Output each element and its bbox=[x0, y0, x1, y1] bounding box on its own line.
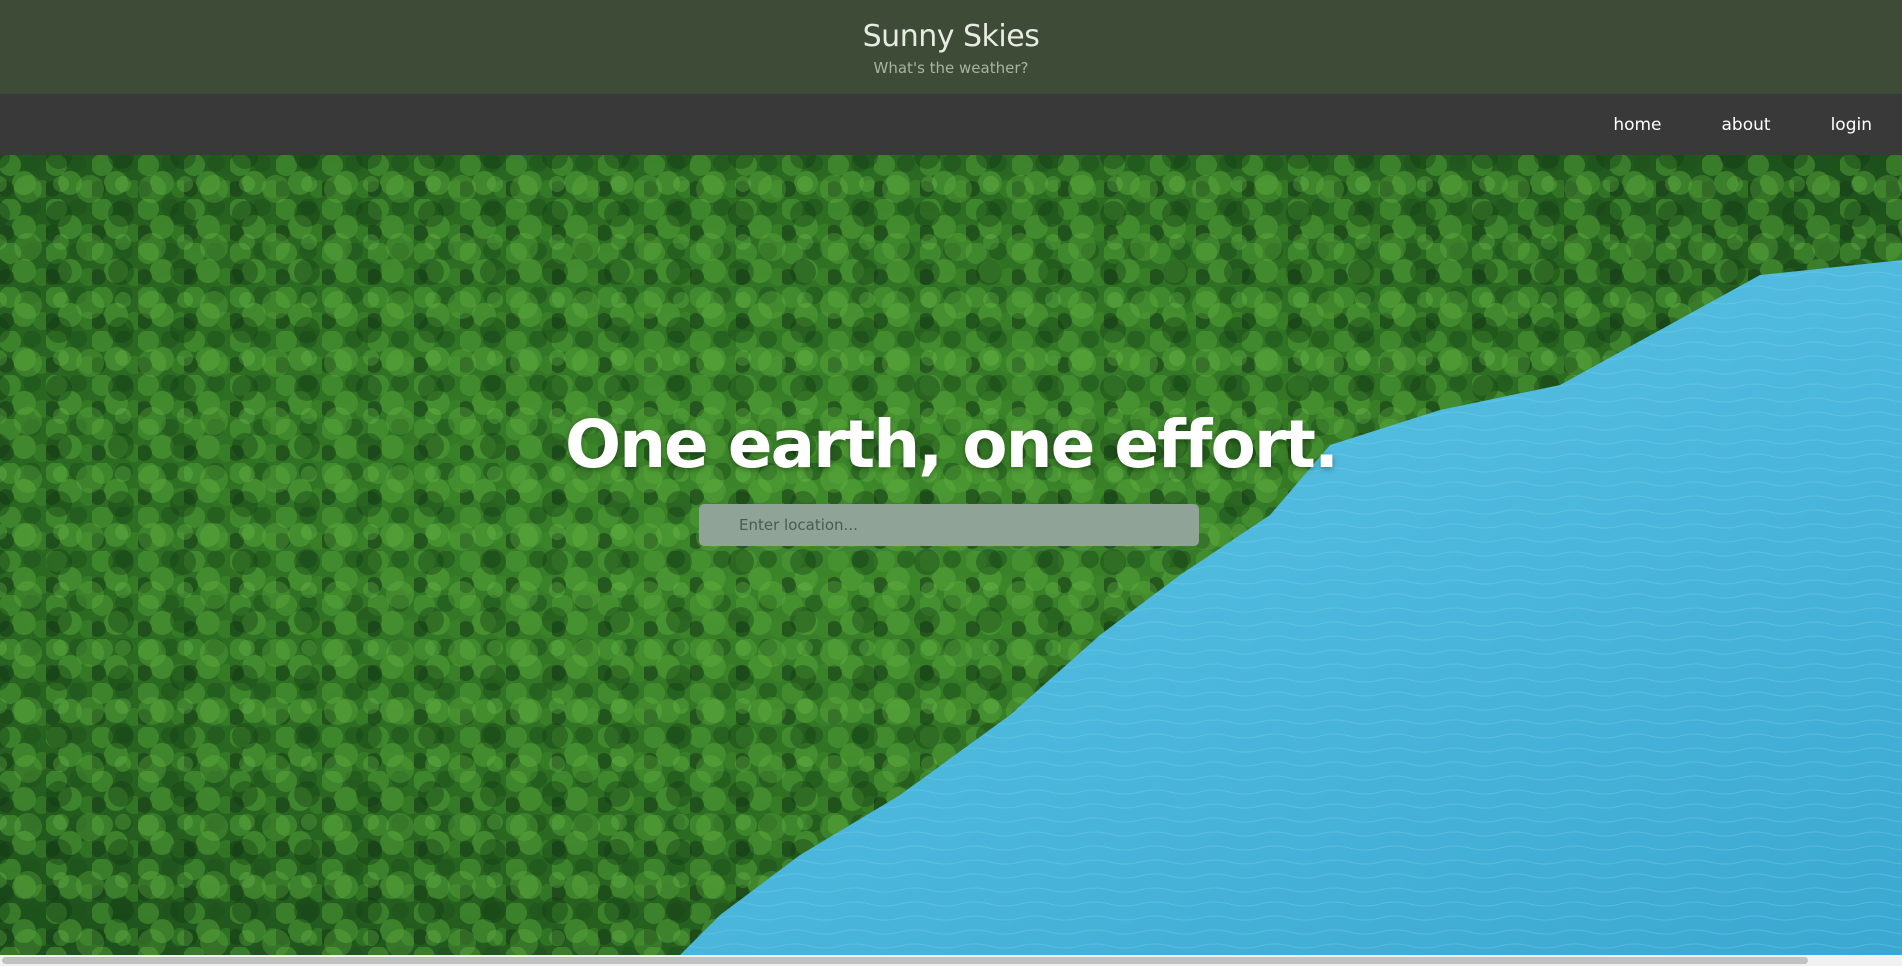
hero-section: One earth, one effort. bbox=[0, 155, 1902, 955]
hero-headline: One earth, one effort. bbox=[564, 406, 1339, 484]
horizontal-scrollbar[interactable] bbox=[0, 955, 1902, 966]
site-title: Sunny Skies bbox=[862, 19, 1040, 54]
nav-link-about[interactable]: about bbox=[1722, 115, 1771, 135]
nav-link-login[interactable]: login bbox=[1831, 115, 1872, 135]
site-header: Sunny Skies What's the weather? bbox=[0, 0, 1902, 94]
location-search-input[interactable] bbox=[699, 504, 1199, 546]
browser-viewport: Sunny Skies What's the weather? home abo… bbox=[0, 0, 1902, 966]
hero-background-image bbox=[0, 155, 1902, 955]
nav-bar: home about login bbox=[0, 94, 1902, 155]
horizontal-scrollbar-thumb[interactable] bbox=[2, 957, 1808, 964]
site-tagline: What's the weather? bbox=[873, 59, 1029, 77]
location-search bbox=[699, 504, 1199, 546]
nav-links: home about login bbox=[1613, 94, 1872, 155]
nav-link-home[interactable]: home bbox=[1613, 115, 1661, 135]
page: Sunny Skies What's the weather? home abo… bbox=[0, 0, 1902, 955]
